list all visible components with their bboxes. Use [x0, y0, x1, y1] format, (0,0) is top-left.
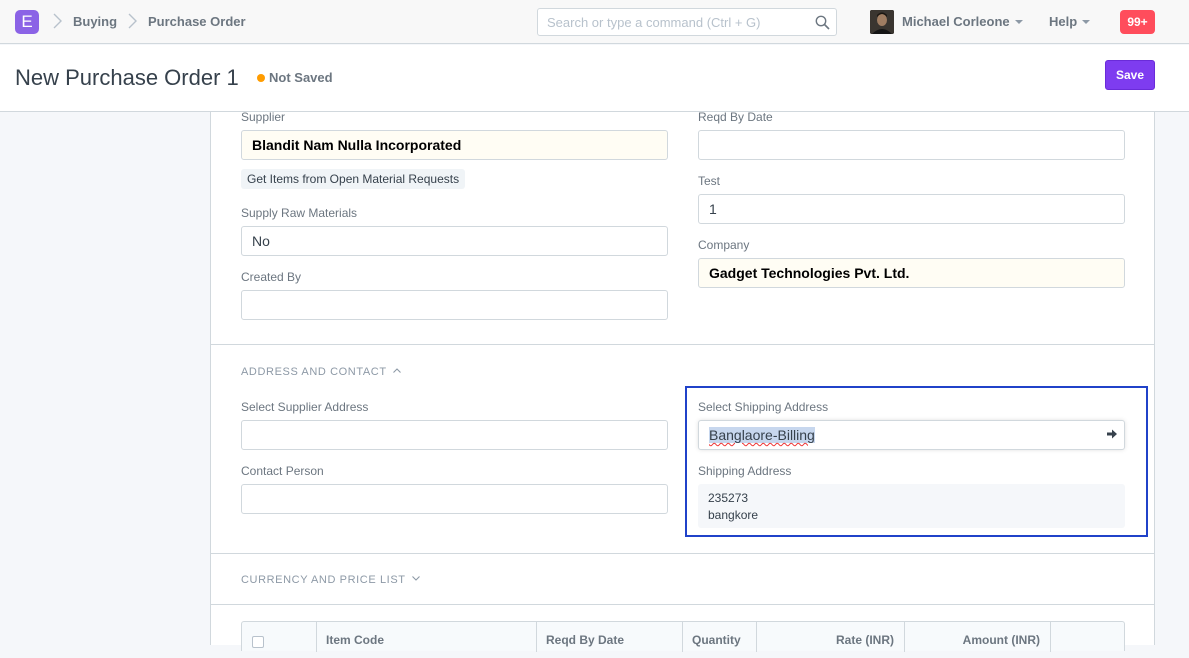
breadcrumb-buying[interactable]: Buying — [73, 14, 117, 29]
status-badge: Not Saved — [269, 70, 333, 85]
items-table-header: Item Code Reqd By Date Quantity Rate (IN… — [241, 621, 1125, 652]
page-title: New Purchase Order 1 — [15, 65, 239, 90]
avatar[interactable] — [870, 10, 894, 34]
created-by-field[interactable] — [241, 290, 668, 320]
column-header[interactable]: Item Code — [317, 622, 537, 652]
save-button[interactable]: Save — [1105, 60, 1155, 90]
column-header[interactable]: Reqd By Date — [537, 622, 683, 652]
arrow-right-icon[interactable] — [1106, 428, 1118, 440]
search-input[interactable] — [547, 15, 807, 30]
column-header[interactable]: Amount (INR) — [905, 622, 1051, 652]
shipping-address-label: Shipping Address — [698, 464, 792, 478]
caret-down-icon — [1082, 20, 1091, 24]
chevron-right-icon — [128, 13, 137, 29]
row-actions-column — [1051, 622, 1125, 652]
section-heading: ADDRESS AND CONTACT — [241, 366, 387, 378]
user-name: Michael Corleone — [902, 14, 1010, 29]
breadcrumb-purchase-order[interactable]: Purchase Order — [148, 14, 246, 29]
section-divider — [211, 344, 1154, 345]
column-header[interactable]: Quantity — [683, 622, 757, 652]
app-logo[interactable]: E — [15, 10, 39, 34]
awesome-bar — [537, 8, 837, 36]
supply-raw-materials-select[interactable]: No — [241, 226, 668, 256]
currency-price-list-section-toggle[interactable]: CURRENCY AND PRICE LIST — [241, 574, 420, 586]
help-label: Help — [1049, 14, 1078, 29]
chevron-right-icon — [53, 13, 62, 29]
status-indicator-icon — [257, 74, 265, 82]
reqd-by-date-label: Reqd By Date — [698, 110, 773, 124]
page-head: New Purchase Order 1 Not Saved Save — [0, 45, 1189, 112]
select-all-column — [242, 622, 317, 652]
shipping-address-select-field[interactable]: Banglaore-Billing — [698, 420, 1125, 450]
supplier-address-label: Select Supplier Address — [241, 400, 369, 414]
supplier-address-field[interactable] — [241, 420, 668, 450]
search-icon[interactable] — [815, 15, 830, 30]
select-all-checkbox[interactable] — [252, 636, 264, 648]
shipping-address-select-label: Select Shipping Address — [698, 400, 829, 414]
shipping-address-display: 235273 bangkore — [698, 484, 1125, 528]
form-layout: Supplier Blandit Nam Nulla Incorporated … — [210, 110, 1155, 652]
user-menu[interactable]: Michael Corleone — [902, 14, 1023, 29]
chevron-up-icon — [392, 368, 401, 373]
section-heading: CURRENCY AND PRICE LIST — [241, 574, 406, 586]
user-photo-icon — [870, 10, 894, 34]
address-line: bangkore — [708, 508, 759, 522]
created-by-label: Created By — [241, 270, 302, 284]
column-header[interactable]: Rate (INR) — [757, 622, 905, 652]
help-menu[interactable]: Help — [1049, 14, 1091, 29]
company-label: Company — [698, 238, 750, 252]
contact-person-field[interactable] — [241, 484, 668, 514]
caret-down-icon — [1014, 20, 1023, 24]
supply-raw-materials-label: Supply Raw Materials — [241, 206, 358, 220]
supplier-label: Supplier — [241, 110, 286, 124]
address-line: 235273 — [708, 491, 749, 505]
contact-person-label: Contact Person — [241, 464, 324, 478]
selected-text: Banglaore-Billing — [709, 427, 815, 443]
section-divider — [211, 553, 1154, 554]
notification-badge[interactable]: 99+ — [1120, 10, 1155, 34]
test-field[interactable]: 1 — [698, 194, 1125, 224]
company-field[interactable]: Gadget Technologies Pvt. Ltd. — [698, 258, 1125, 288]
reqd-by-date-field[interactable] — [698, 130, 1125, 160]
navbar: E Buying Purchase Order Michael Corleone… — [0, 0, 1189, 44]
get-items-button[interactable]: Get Items from Open Material Requests — [241, 169, 466, 189]
address-contact-section-toggle[interactable]: ADDRESS AND CONTACT — [241, 366, 401, 378]
chevron-down-icon — [411, 576, 420, 581]
section-divider — [211, 604, 1154, 605]
supplier-field[interactable]: Blandit Nam Nulla Incorporated — [241, 130, 668, 160]
test-label: Test — [698, 174, 721, 188]
